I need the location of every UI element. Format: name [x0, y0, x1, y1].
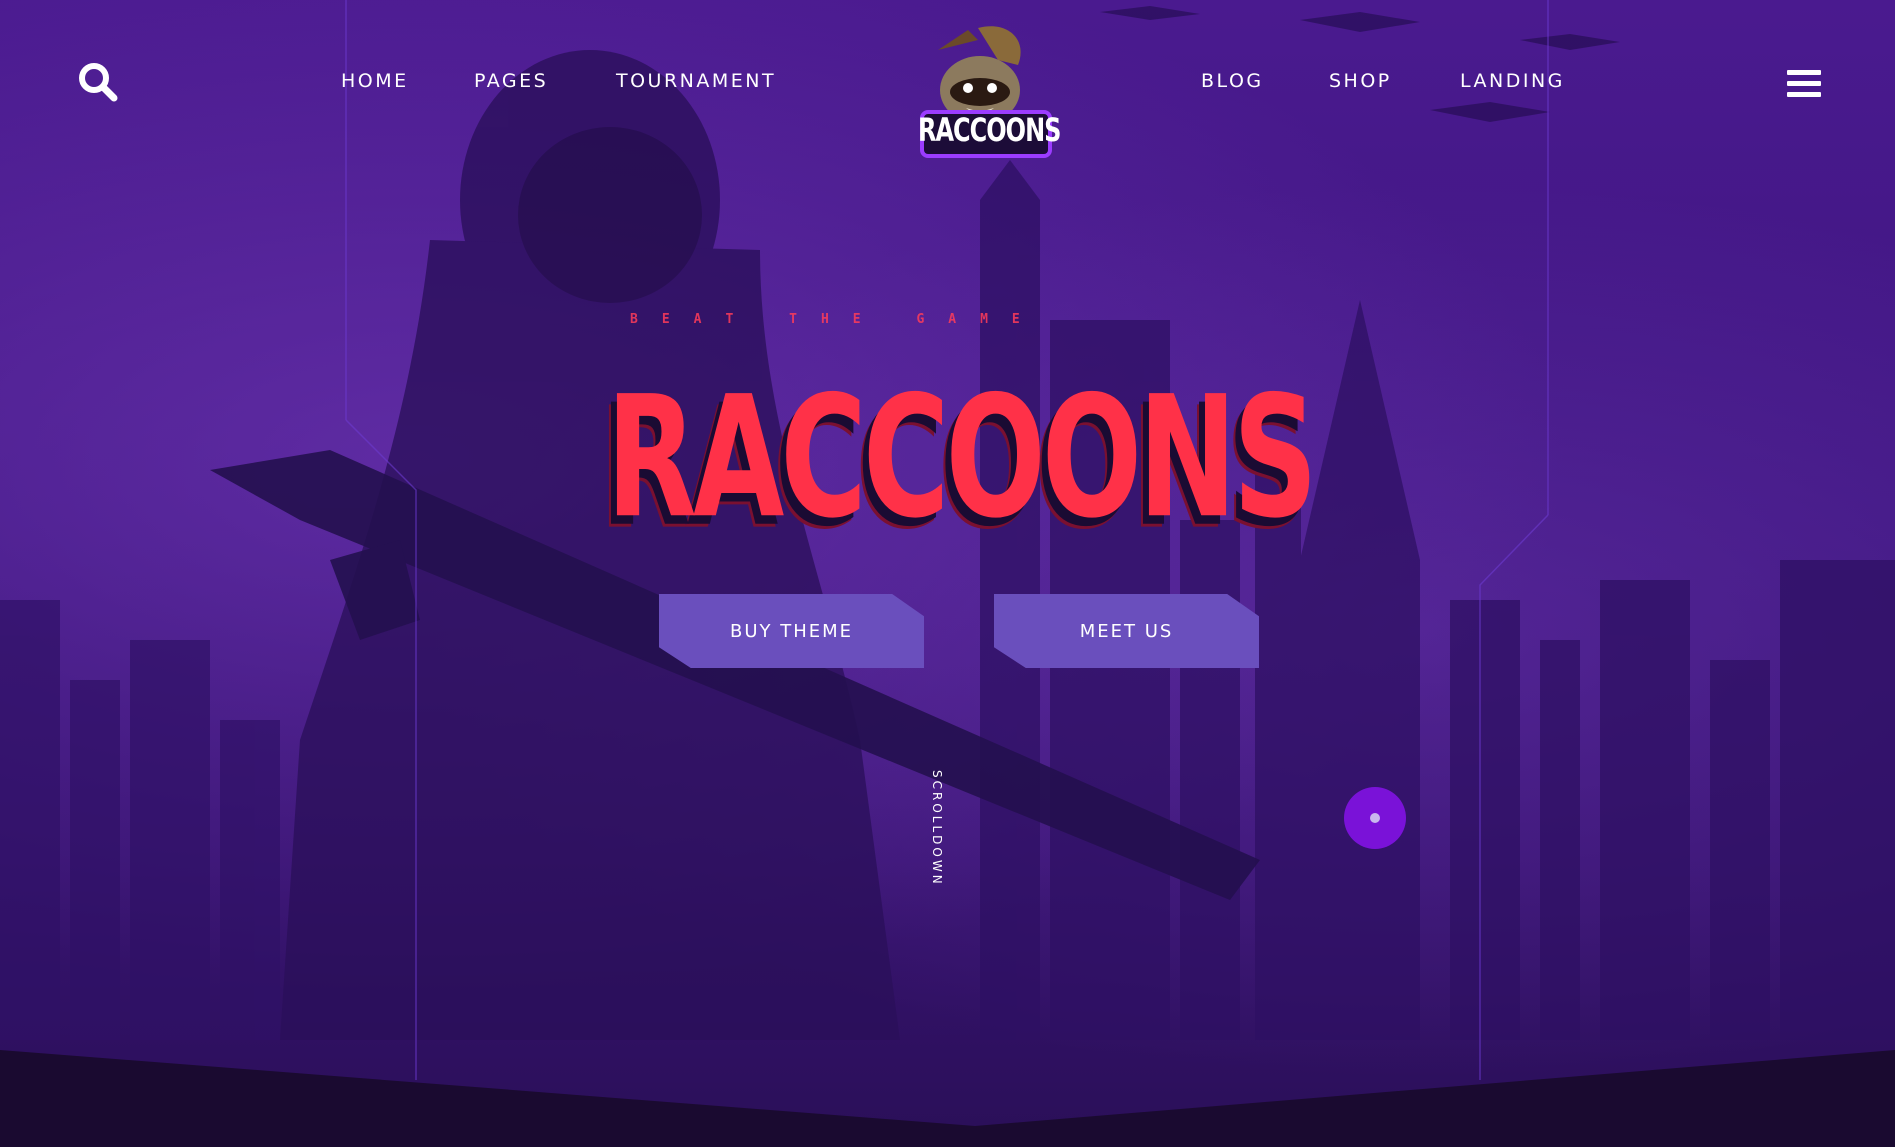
- logo-wordmark: RACCOONS: [918, 111, 1061, 149]
- search-button[interactable]: [76, 60, 120, 104]
- meet-us-button[interactable]: MEET US: [994, 594, 1259, 668]
- buy-theme-button[interactable]: BUY THEME: [659, 594, 924, 668]
- dot-icon: [1370, 813, 1380, 823]
- hamburger-menu-icon: [1787, 81, 1821, 86]
- search-icon: [79, 63, 118, 102]
- bottom-divider: [0, 1050, 1895, 1147]
- nav-home[interactable]: HOME: [341, 70, 409, 92]
- nav-tournament[interactable]: TOURNAMENT: [616, 70, 776, 92]
- hero-section: HOME PAGES TOURNAMENT RACCOONS BLOG SHOP…: [0, 0, 1895, 1147]
- scroll-down-indicator[interactable]: SCROLLDOWN: [930, 770, 944, 887]
- hero-title: RACCOONS: [606, 352, 1318, 562]
- nav-blog[interactable]: BLOG: [1201, 70, 1264, 92]
- nav-landing[interactable]: LANDING: [1460, 70, 1565, 92]
- hamburger-menu-button[interactable]: [1787, 70, 1821, 104]
- nav-pages[interactable]: PAGES: [474, 70, 548, 92]
- video-play-button[interactable]: [1344, 787, 1406, 849]
- brand-logo[interactable]: RACCOONS: [918, 20, 1061, 165]
- nav-shop[interactable]: SHOP: [1329, 70, 1392, 92]
- hero-title-text: RACCOONS: [606, 359, 1318, 555]
- hamburger-menu-icon: [1787, 70, 1821, 75]
- hamburger-menu-icon: [1787, 92, 1821, 97]
